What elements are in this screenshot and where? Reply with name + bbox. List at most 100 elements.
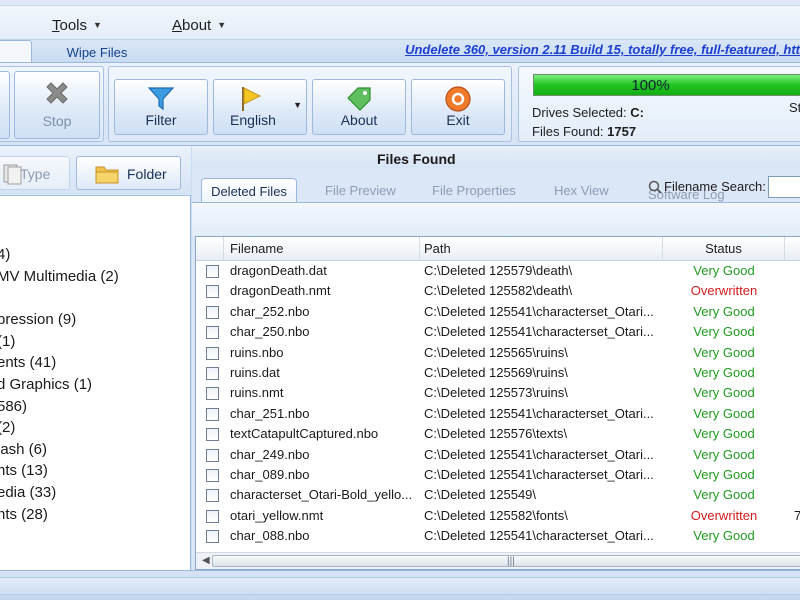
table-row[interactable]: ruins.nbo C:\Deleted 125565\ruins\ Very Go… bbox=[196, 343, 800, 363]
row-checkbox[interactable] bbox=[206, 387, 219, 401]
cell-path: C:\Deleted 125541\characterset_Otari... bbox=[424, 405, 654, 421]
cell-path: C:\Deleted 125549\ bbox=[424, 487, 537, 503]
tree-item[interactable]: (2) bbox=[0, 419, 15, 436]
tree-item[interactable]: 4) bbox=[0, 246, 10, 263]
table-row[interactable]: otari_yellow.nmt C:\Deleted 125582\fonts\… bbox=[196, 506, 800, 526]
row-checkbox[interactable] bbox=[206, 326, 219, 340]
row-checkbox[interactable] bbox=[206, 285, 219, 299]
row-checkbox[interactable] bbox=[206, 530, 219, 544]
row-checkbox[interactable] bbox=[206, 407, 219, 421]
table-row[interactable]: char_251.nbo C:\Deleted 125541\characters… bbox=[196, 404, 800, 424]
table-row[interactable]: char_252.nbo C:\Deleted 125541\characters… bbox=[196, 302, 800, 322]
status-bar-inner bbox=[0, 577, 800, 595]
filter-icon bbox=[147, 87, 175, 111]
cell-status: Very Good bbox=[693, 528, 755, 544]
row-checkbox[interactable] bbox=[206, 469, 219, 482]
cell-path: C:\Deleted 125579\death\ bbox=[424, 263, 573, 278]
tab-file-preview[interactable]: File Preview bbox=[325, 178, 396, 202]
cell-filename: dragonDeath.dat bbox=[230, 263, 327, 278]
table-row[interactable]: ruins.nmt C:\Deleted 125573\ruins\ Very Go… bbox=[196, 383, 800, 403]
table-row[interactable]: char_249.nbo C:\Deleted 125541\characters… bbox=[196, 445, 800, 465]
row-checkbox[interactable] bbox=[206, 346, 219, 360]
scrollbar-thumb[interactable]: ||| bbox=[212, 555, 800, 567]
cell-filename: char_251.nbo bbox=[230, 405, 310, 421]
tree-item[interactable]: edia (33) bbox=[0, 484, 56, 501]
group-by-folder-button[interactable]: Folder bbox=[76, 156, 181, 190]
chevron-down-icon[interactable]: ▼ bbox=[293, 100, 302, 110]
files-found-label: Files Found: bbox=[532, 124, 604, 139]
tree-item[interactable]: lash (6) bbox=[0, 441, 47, 458]
chevron-down-icon: ▼ bbox=[217, 20, 227, 30]
stop-button[interactable]: Stop bbox=[14, 71, 100, 139]
tree-item[interactable]: d Graphics (1) bbox=[0, 376, 92, 393]
row-checkbox[interactable] bbox=[206, 489, 219, 503]
files-found-count: Files Found: 1757 bbox=[532, 124, 636, 139]
start-button[interactable] bbox=[0, 71, 10, 139]
cell-filename: char_252.nbo bbox=[230, 303, 310, 319]
menu-tools[interactable]: Tools ▼ bbox=[52, 17, 102, 34]
cell-filename: char_250.nbo bbox=[230, 324, 310, 340]
table-row[interactable]: textCatapultCaptured.nbo C:\Deleted 12557… bbox=[196, 424, 800, 444]
exit-button[interactable]: Exit bbox=[411, 79, 505, 135]
folder-icon bbox=[95, 166, 119, 184]
column-header-status[interactable]: Status bbox=[663, 237, 785, 261]
cell-filename: ruins.nmt bbox=[230, 385, 284, 401]
about-label: About bbox=[340, 112, 378, 128]
column-header-select[interactable] bbox=[196, 237, 224, 261]
menu-about[interactable]: About ▼ bbox=[172, 17, 226, 34]
tab-deleted-files[interactable]: Deleted Files bbox=[201, 178, 297, 202]
cell-path: C:\Deleted 125541\characterset_Otari... bbox=[424, 446, 654, 462]
row-checkbox[interactable] bbox=[206, 428, 219, 442]
row-checkbox[interactable] bbox=[206, 305, 219, 319]
column-header-filename[interactable]: Filename bbox=[224, 237, 420, 261]
tree-item[interactable]: 586) bbox=[0, 398, 27, 415]
version-link[interactable]: Undelete 360, version 2.11 Build 15, tot… bbox=[405, 42, 800, 57]
tree-item[interactable]: (1) bbox=[0, 333, 15, 350]
filename-search-input[interactable] bbox=[768, 176, 800, 198]
cell-status: Very Good bbox=[693, 365, 755, 380]
tab-hex-view[interactable]: Hex View bbox=[554, 178, 609, 202]
cell-path: C:\Deleted 125569\ruins\ bbox=[424, 365, 568, 380]
row-checkbox[interactable] bbox=[206, 367, 219, 380]
cell-status: Overwritten bbox=[690, 507, 758, 523]
table-row[interactable]: char_089.nbo C:\Deleted 125541\characters… bbox=[196, 465, 800, 485]
exit-icon bbox=[445, 86, 471, 112]
menu-bar: Tools ▼ About ▼ bbox=[0, 0, 800, 40]
tab-recover[interactable] bbox=[0, 40, 32, 62]
table-row[interactable]: char_088.nbo C:\Deleted 125541\characters… bbox=[196, 526, 800, 546]
table-row[interactable]: characterset_Otari-Bold_yello... C:\Delet… bbox=[196, 485, 800, 505]
scroll-left-icon[interactable]: ◀ bbox=[202, 555, 210, 566]
row-checkbox[interactable] bbox=[206, 509, 219, 523]
table-header: Filename Path Status bbox=[196, 237, 800, 261]
table-row[interactable]: char_250.nbo C:\Deleted 125541\characters… bbox=[196, 322, 800, 342]
chevron-down-icon: ▼ bbox=[93, 20, 102, 30]
table-row[interactable]: ruins.dat C:\Deleted 125569\ruins\ Very Go… bbox=[196, 363, 800, 383]
drives-label: Drives Selected: bbox=[532, 105, 627, 120]
tree-item[interactable]: nts (28) bbox=[0, 506, 48, 523]
group-by-type-button[interactable]: Type bbox=[0, 156, 70, 190]
tab-file-properties[interactable]: File Properties bbox=[432, 178, 516, 202]
tree-item[interactable]: pression (9) bbox=[0, 311, 76, 328]
tree-item[interactable]: ents (41) bbox=[0, 354, 56, 371]
row-checkbox[interactable] bbox=[206, 448, 219, 462]
tag-icon bbox=[347, 87, 371, 111]
tree-item[interactable]: nts (13) bbox=[0, 462, 48, 479]
about-button[interactable]: About bbox=[312, 79, 406, 135]
tab-content-header bbox=[192, 202, 800, 236]
tree-item[interactable]: MV Multimedia (2) bbox=[0, 268, 119, 285]
column-header-extra[interactable] bbox=[785, 237, 800, 261]
tab-wipe-files[interactable]: Wipe Files bbox=[52, 40, 142, 62]
filter-button[interactable]: Filter bbox=[114, 79, 208, 135]
column-header-path[interactable]: Path bbox=[420, 237, 663, 261]
horizontal-scrollbar[interactable]: ◀ ||| bbox=[196, 552, 800, 569]
table-row[interactable]: dragonDeath.nmt C:\Deleted 125582\death\ O… bbox=[196, 281, 800, 301]
row-checkbox[interactable] bbox=[206, 265, 219, 278]
cell-filename: char_089.nbo bbox=[230, 467, 310, 482]
group-by-bar: Type Folder bbox=[0, 146, 191, 196]
menu-about-rest: bout bbox=[182, 17, 212, 34]
table-row[interactable]: dragonDeath.dat C:\Deleted 125579\death\ V… bbox=[196, 261, 800, 281]
cell-status: Very Good bbox=[693, 263, 755, 278]
window-top-edge bbox=[0, 0, 800, 6]
cell-path: C:\Deleted 125576\texts\ bbox=[424, 426, 568, 442]
language-button[interactable]: English ▼ bbox=[213, 79, 307, 135]
